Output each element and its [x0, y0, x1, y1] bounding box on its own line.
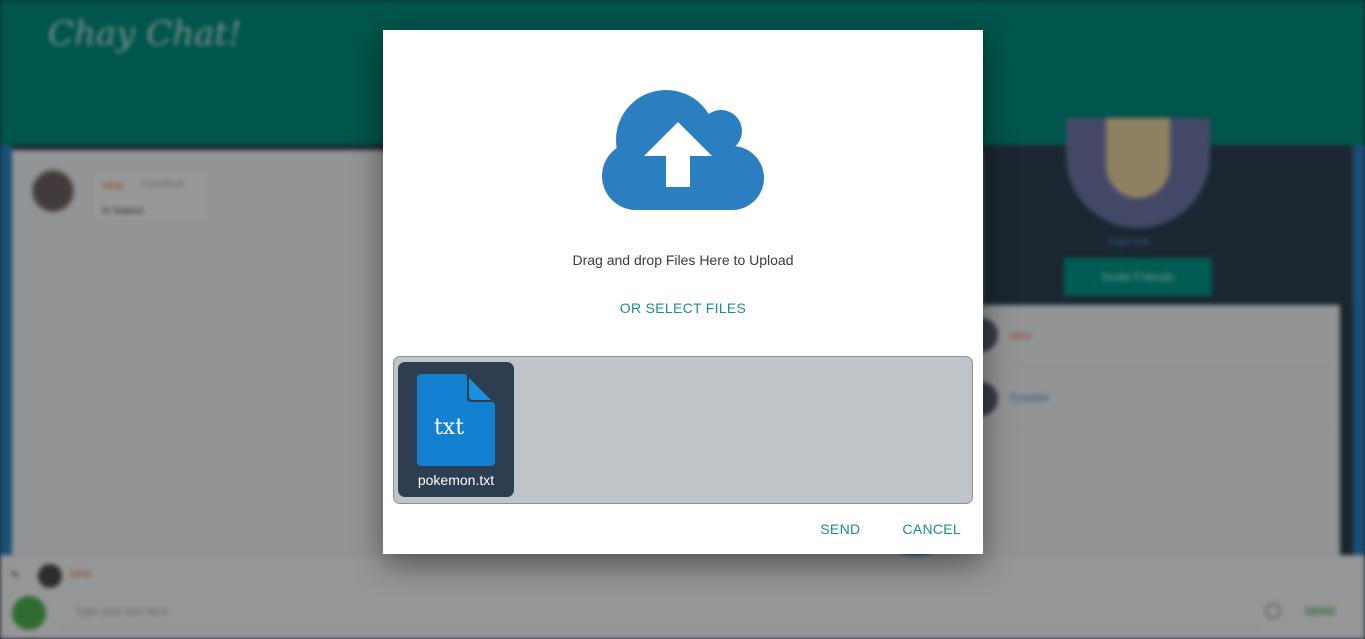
cancel-button[interactable]: CANCEL — [902, 521, 961, 537]
dialog-actions: SEND CANCEL — [820, 521, 961, 537]
select-files-button[interactable]: OR SELECT FILES — [383, 300, 983, 316]
send-button[interactable]: SEND — [820, 521, 860, 537]
file-extension-label: txt — [434, 415, 464, 440]
drag-drop-instruction: Drag and drop Files Here to Upload — [572, 252, 794, 268]
file-item[interactable]: txt pokemon.txt — [398, 362, 514, 497]
file-name: pokemon.txt — [417, 472, 495, 488]
cloud-upload-icon — [602, 90, 764, 210]
file-drop-zone[interactable]: txt pokemon.txt — [393, 356, 973, 504]
upload-dialog: Drag and drop Files Here to Upload OR SE… — [383, 30, 983, 554]
txt-file-icon: txt — [417, 374, 495, 466]
